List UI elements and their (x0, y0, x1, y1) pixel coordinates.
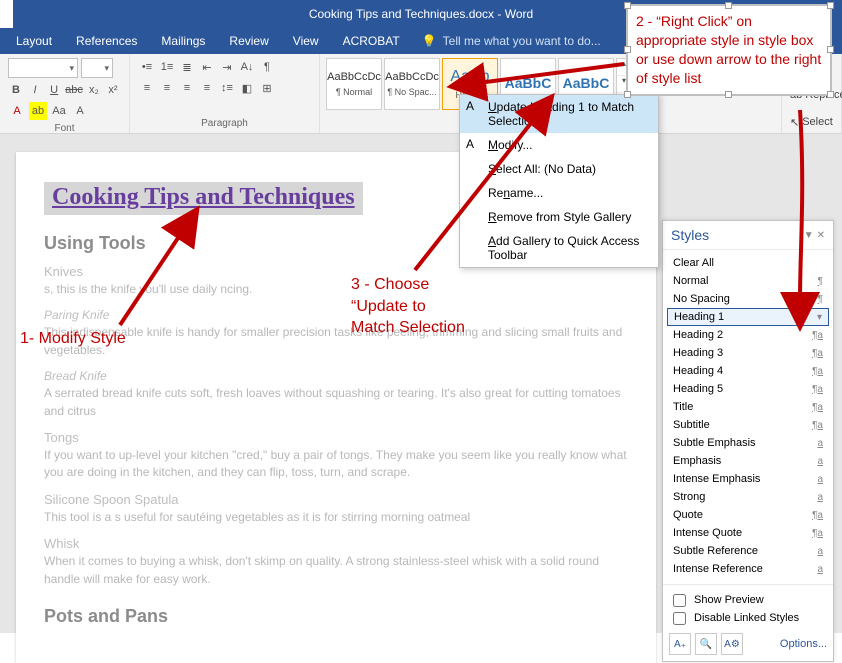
style-row-heading-2[interactable]: Heading 2¶a (667, 326, 829, 344)
ctx-item-1[interactable]: AModify... (460, 133, 658, 157)
decrease-indent-button[interactable]: ⇤ (198, 58, 216, 76)
subscript-button[interactable]: x₂ (86, 81, 102, 99)
style-row-intense-reference[interactable]: Intense Referencea (667, 560, 829, 578)
group-paragraph-label: Paragraph (138, 118, 311, 131)
annotation-3: 3 - Choose “Update to Match Selection (351, 274, 465, 339)
group-paragraph: •≡ 1≡ ≣ ⇤ ⇥ A↓ ¶ ≡ ≡ ≡ ≡ ↕≡ ◧ ⊞ Paragrap… (130, 54, 320, 133)
para-paring: This indispensable knife is handy for sm… (44, 324, 628, 359)
cursor-icon: ↖ (790, 116, 799, 129)
manage-styles-button[interactable]: A⚙ (721, 633, 743, 655)
style-row-clear-all[interactable]: Clear All (667, 254, 829, 272)
heading-spatula: Silicone Spoon Spatula (44, 492, 628, 507)
tab-layout[interactable]: Layout (4, 28, 64, 54)
style-row-heading-4[interactable]: Heading 4¶a (667, 362, 829, 380)
style-tile-1[interactable]: AaBbCcDc¶ No Spac... (384, 58, 440, 110)
highlight-button[interactable]: ab (29, 102, 47, 120)
styles-pane-dropdown-icon[interactable]: ▼ (804, 230, 814, 241)
annotation-2-text: 2 - “Right Click” on appropriate style i… (636, 13, 821, 86)
heading-pots: Pots and Pans (44, 606, 628, 627)
ctx-item-4[interactable]: Remove from Style Gallery (460, 205, 658, 229)
annotation-1: 1- Modify Style (20, 330, 126, 348)
clear-format-button[interactable]: A (71, 102, 89, 120)
styles-options-link[interactable]: Options... (780, 638, 827, 650)
select-button[interactable]: ↖Select (790, 113, 833, 131)
styles-pane: Styles ▼✕ Clear AllNormal¶No Spacing¶Hea… (662, 220, 834, 662)
heading-bread: Bread Knife (44, 369, 628, 383)
show-preview-checkbox[interactable]: Show Preview (669, 591, 827, 609)
styles-pane-close-icon[interactable]: ✕ (817, 230, 825, 241)
para-spatula: This tool is a s useful for sautéing veg… (44, 509, 628, 526)
sort-button[interactable]: A↓ (238, 58, 256, 76)
style-row-no-spacing[interactable]: No Spacing¶ (667, 290, 829, 308)
tell-me[interactable]: 💡 Tell me what you want to do... (422, 34, 601, 48)
align-left-button[interactable]: ≡ (138, 79, 156, 97)
style-row-heading-5[interactable]: Heading 5¶a (667, 380, 829, 398)
style-inspector-button[interactable]: 🔍 (695, 633, 717, 655)
style-row-emphasis[interactable]: Emphasisa (667, 452, 829, 470)
style-row-title[interactable]: Title¶a (667, 398, 829, 416)
style-row-subtle-emphasis[interactable]: Subtle Emphasisa (667, 434, 829, 452)
style-row-subtitle[interactable]: Subtitle¶a (667, 416, 829, 434)
strike-button[interactable]: abc (65, 81, 83, 99)
tab-review[interactable]: Review (217, 28, 280, 54)
group-font: B I U abc x₂ x² A ab Aa A Font (0, 54, 130, 133)
tab-references[interactable]: References (64, 28, 149, 54)
window-title: Cooking Tips and Techniques.docx - Word (309, 7, 533, 21)
font-color-button[interactable]: A (8, 102, 26, 120)
style-context-menu: AUpdate Heading 1 to Match SelectionAMod… (459, 94, 659, 268)
ctx-item-2[interactable]: Select All: (No Data) (460, 157, 658, 181)
shading-button[interactable]: ◧ (238, 79, 256, 97)
heading-paring: Paring Knife (44, 308, 628, 322)
change-case-button[interactable]: Aa (50, 102, 68, 120)
style-row-heading-1[interactable]: Heading 1▾ (667, 308, 829, 326)
style-row-quote[interactable]: Quote¶a (667, 506, 829, 524)
para-whisk: When it comes to buying a whisk, don't s… (44, 553, 628, 588)
style-row-intense-emphasis[interactable]: Intense Emphasisa (667, 470, 829, 488)
doc-title[interactable]: Cooking Tips and Techniques (44, 182, 363, 215)
italic-button[interactable]: I (27, 81, 43, 99)
multilevel-button[interactable]: ≣ (178, 58, 196, 76)
align-right-button[interactable]: ≡ (178, 79, 196, 97)
style-row-intense-quote[interactable]: Intense Quote¶a (667, 524, 829, 542)
tab-acrobat[interactable]: ACROBAT (331, 28, 412, 54)
tell-me-label: Tell me what you want to do... (443, 34, 601, 48)
annotation-2-box[interactable]: 2 - “Right Click” on appropriate style i… (626, 4, 832, 96)
bullets-button[interactable]: •≡ (138, 58, 156, 76)
underline-button[interactable]: U (46, 81, 62, 99)
bold-button[interactable]: B (8, 81, 24, 99)
ctx-item-3[interactable]: Rename... (460, 181, 658, 205)
style-row-normal[interactable]: Normal¶ (667, 272, 829, 290)
tab-mailings[interactable]: Mailings (149, 28, 217, 54)
heading-whisk: Whisk (44, 536, 628, 551)
lightbulb-icon: 💡 (422, 34, 437, 48)
para-chef: s, this is the knife you'll use daily nc… (44, 281, 628, 298)
styles-pane-title: Styles (671, 227, 709, 243)
para-bread: A serrated bread knife cuts soft, fresh … (44, 385, 628, 420)
show-marks-button[interactable]: ¶ (258, 58, 276, 76)
increase-indent-button[interactable]: ⇥ (218, 58, 236, 76)
align-center-button[interactable]: ≡ (158, 79, 176, 97)
numbering-button[interactable]: 1≡ (158, 58, 176, 76)
ctx-item-5[interactable]: Add Gallery to Quick Access Toolbar (460, 229, 658, 267)
style-row-subtle-reference[interactable]: Subtle Referencea (667, 542, 829, 560)
superscript-button[interactable]: x² (105, 81, 121, 99)
font-family-dropdown[interactable] (8, 58, 78, 78)
style-tile-0[interactable]: AaBbCcDc¶ Normal (326, 58, 382, 110)
style-row-strong[interactable]: Stronga (667, 488, 829, 506)
new-style-button[interactable]: A₊ (669, 633, 691, 655)
line-spacing-button[interactable]: ↕≡ (218, 79, 236, 97)
borders-button[interactable]: ⊞ (258, 79, 276, 97)
ctx-item-0[interactable]: AUpdate Heading 1 to Match Selection (460, 95, 658, 133)
para-tongs: If you want to up-level your kitchen "cr… (44, 447, 628, 482)
tab-view[interactable]: View (281, 28, 331, 54)
font-size-dropdown[interactable] (81, 58, 113, 78)
style-row-heading-3[interactable]: Heading 3¶a (667, 344, 829, 362)
heading-tongs: Tongs (44, 430, 628, 445)
disable-linked-checkbox[interactable]: Disable Linked Styles (669, 609, 827, 627)
justify-button[interactable]: ≡ (198, 79, 216, 97)
